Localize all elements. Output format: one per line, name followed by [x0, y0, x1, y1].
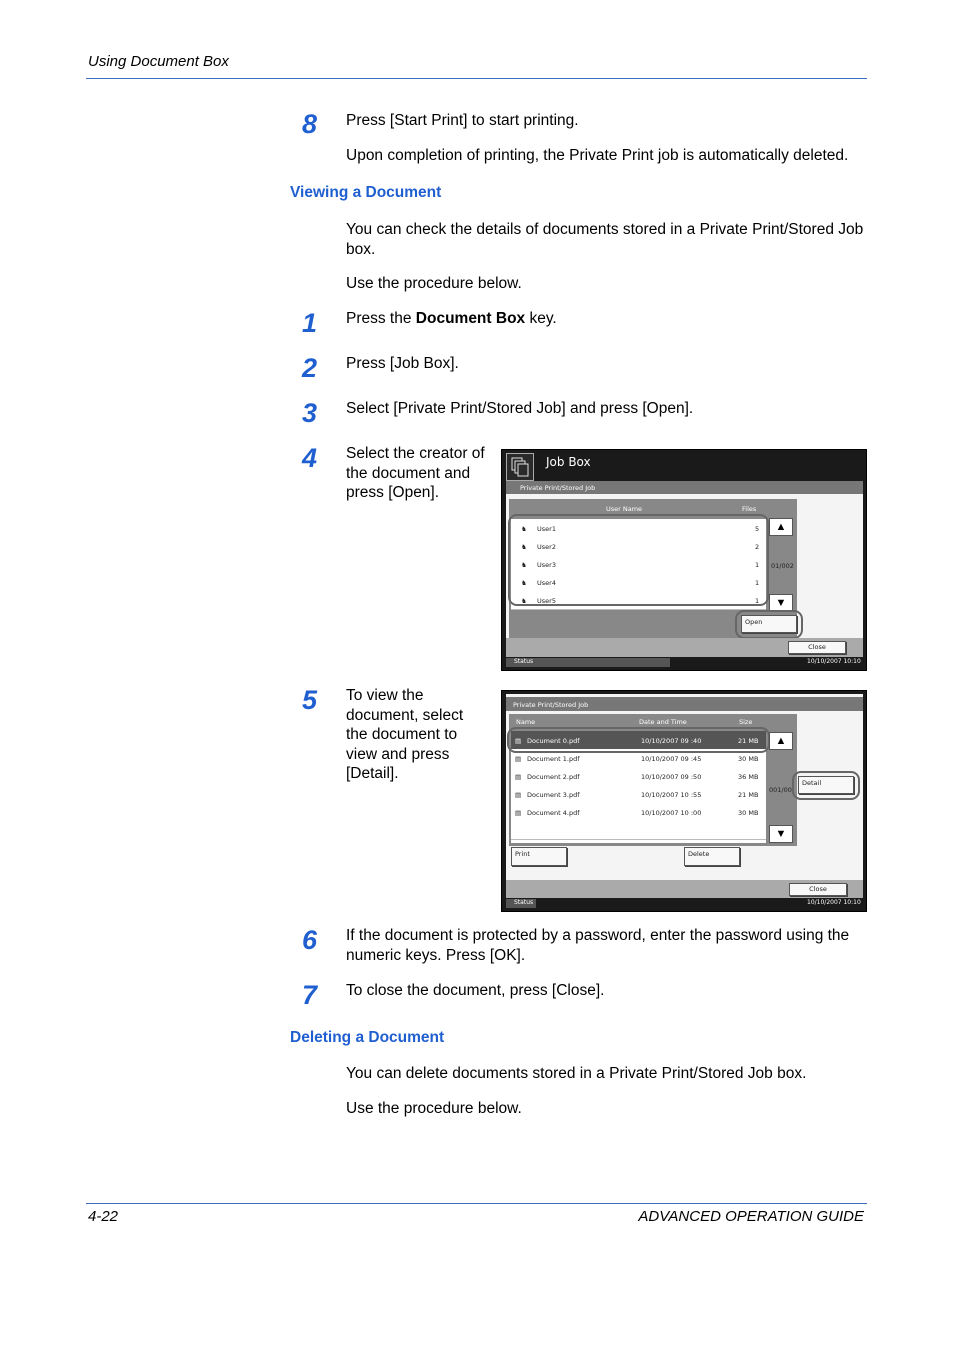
page-indicator: 001/00	[769, 786, 792, 794]
section-intro: You can check the details of documents s…	[346, 221, 864, 258]
job-box-screen: Job Box Private Print/Stored Job User Na…	[501, 449, 867, 671]
section-intro: You can delete documents stored in a Pri…	[346, 1065, 807, 1082]
col-size: Size	[739, 718, 753, 726]
screen-title: Job Box	[546, 455, 591, 469]
page-indicator: 01/002	[771, 562, 794, 570]
selection-highlight	[507, 727, 770, 753]
step-number: 2	[302, 353, 318, 383]
scroll-up-button[interactable]: ▲	[769, 518, 793, 536]
step-text: Press [Start Print] to start printing.	[346, 112, 579, 129]
procedure-text: Use the procedure below.	[346, 275, 522, 292]
step-text: Select [Private Print/Stored Job] and pr…	[346, 400, 694, 417]
status-label[interactable]: Status	[514, 658, 533, 665]
print-button[interactable]: Print	[511, 847, 567, 866]
col-user-name: User Name	[606, 505, 643, 513]
scroll-down-button[interactable]: ▼	[769, 825, 793, 843]
header-rule	[86, 78, 867, 79]
selection-highlight	[508, 514, 769, 606]
step-text: If the document is protected by a passwo…	[346, 927, 850, 964]
screen-subtitle: Private Print/Stored Job	[513, 701, 589, 709]
document-list-screen: Private Print/Stored Job Name Date and T…	[501, 690, 867, 912]
step-text: Select the creator of the document and pre…	[346, 445, 485, 501]
table-row	[511, 821, 766, 840]
step-number: 3	[302, 398, 318, 428]
detail-highlight	[792, 771, 860, 800]
running-header: Using Document Box	[88, 53, 229, 70]
table-row[interactable]: ▤ Document 3.pdf 10/10/2007 10 :55 21 MB	[511, 785, 766, 804]
step-number: 5	[302, 685, 318, 715]
step-number: 6	[302, 925, 318, 955]
datetime: 10/10/2007 10:10	[807, 899, 861, 906]
step-text: Press [Job Box].	[346, 355, 459, 372]
step-number: 1	[302, 308, 318, 338]
step-text: Press the Document Box key.	[346, 310, 557, 327]
job-box-icon	[506, 453, 534, 481]
close-button[interactable]: Close	[788, 641, 846, 654]
step-text: To view the document, select the document …	[346, 687, 464, 782]
step-number: 7	[302, 980, 318, 1010]
section-heading-deleting: Deleting a Document	[290, 1029, 445, 1046]
guide-title: ADVANCED OPERATION GUIDE	[638, 1208, 864, 1225]
datetime: 10/10/2007 10:10	[807, 658, 861, 665]
close-button[interactable]: Close	[789, 883, 847, 896]
table-row[interactable]: ▤ Document 4.pdf 10/10/2007 10 :00 30 MB	[511, 803, 766, 822]
status-label[interactable]: Status	[514, 899, 533, 906]
col-files: Files	[742, 505, 757, 513]
step-note: Upon completion of printing, the Private…	[346, 147, 849, 164]
scroll-up-button[interactable]: ▲	[769, 732, 793, 750]
col-date: Date and Time	[639, 718, 687, 726]
step-text: To close the document, press [Close].	[346, 982, 605, 999]
step-number: 4	[302, 443, 318, 473]
section-heading-viewing: Viewing a Document	[290, 184, 442, 201]
screen-subtitle: Private Print/Stored Job	[520, 484, 596, 492]
table-row[interactable]: ▤ Document 2.pdf 10/10/2007 09 :50 36 MB	[511, 767, 766, 786]
footer-rule	[86, 1203, 867, 1204]
procedure-text: Use the procedure below.	[346, 1100, 522, 1117]
step-number: 8	[302, 109, 318, 139]
page-number: 4-22	[88, 1208, 119, 1225]
delete-button[interactable]: Delete	[684, 847, 740, 866]
open-highlight	[735, 610, 803, 639]
col-name: Name	[516, 718, 536, 726]
